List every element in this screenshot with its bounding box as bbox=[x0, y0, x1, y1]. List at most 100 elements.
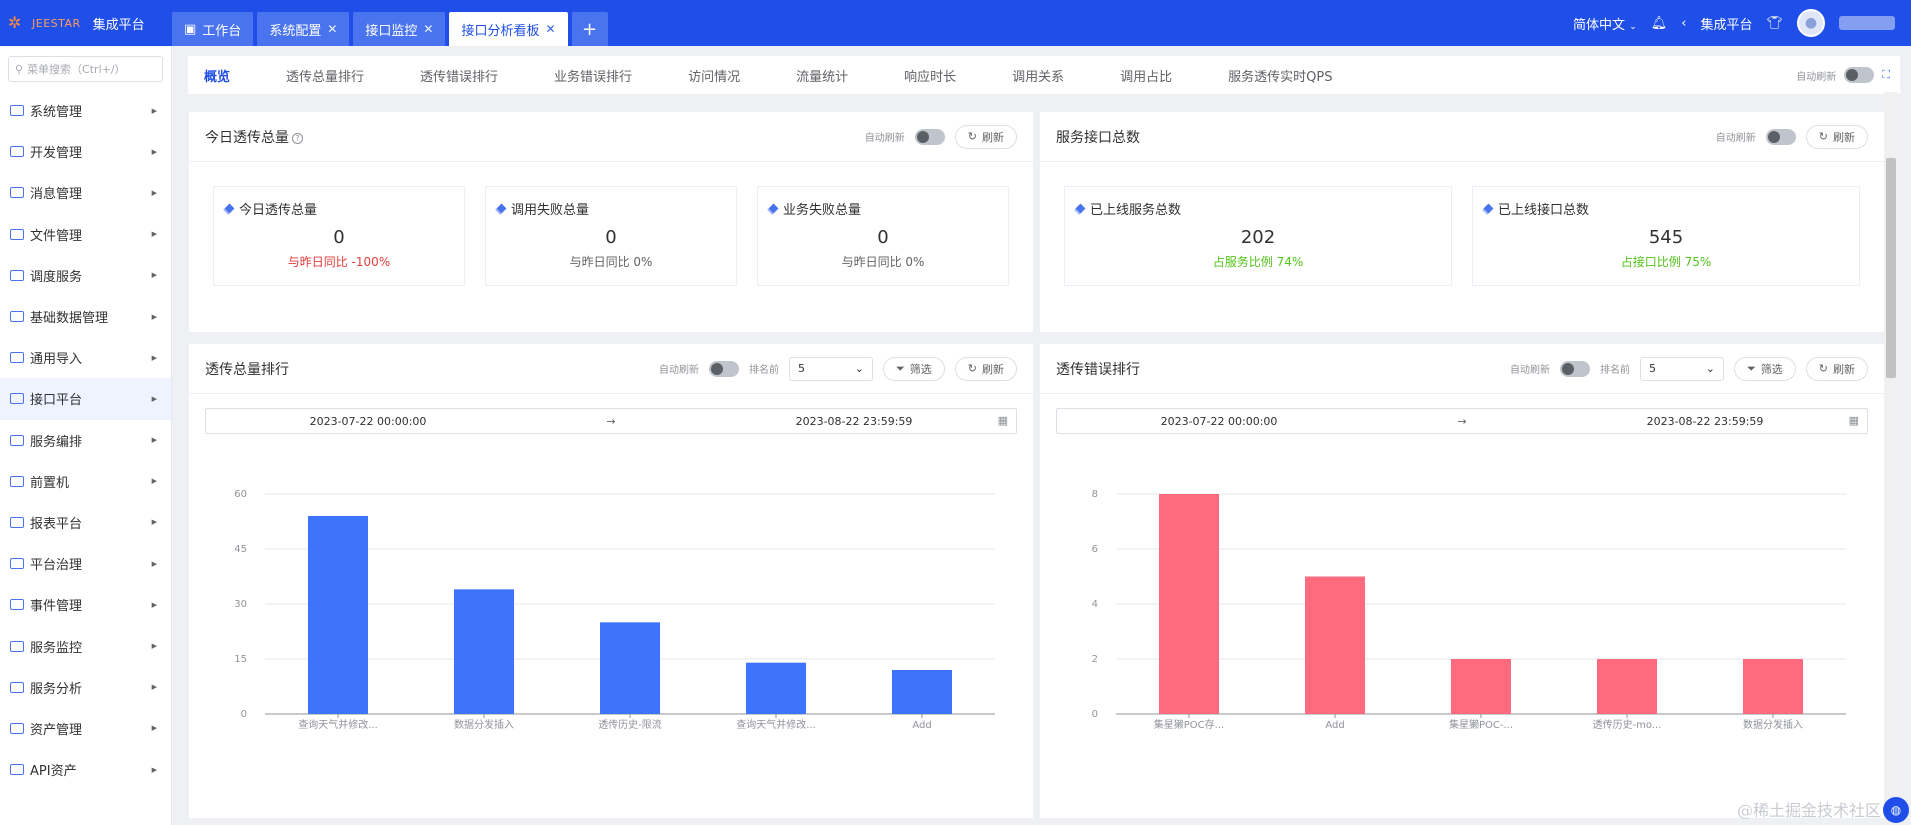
refresh-button[interactable]: ↻ 刷新 bbox=[1805, 124, 1868, 149]
stat-label: 已上线接口总数 bbox=[1483, 199, 1590, 218]
brand[interactable]: ✲ JEESTAR 集成平台 bbox=[0, 0, 172, 46]
tab-bar: ▣ 工作台 系统配置 ✕ 接口监控 ✕ 接口分析看板 ✕ + bbox=[172, 0, 608, 46]
sidebar-item-label: 系统管理 bbox=[30, 105, 83, 121]
bar[interactable] bbox=[746, 662, 806, 714]
date-end[interactable]: 2023-08-22 23:59:59 bbox=[1543, 415, 1867, 428]
bell-icon[interactable]: 🔔︎ bbox=[1651, 16, 1668, 31]
bar[interactable] bbox=[1159, 494, 1219, 714]
sidebar-item[interactable]: 服务分析 ▶ bbox=[0, 667, 171, 708]
sidebar-item[interactable]: 基础数据管理 ▶ bbox=[0, 296, 171, 337]
scrollbar[interactable] bbox=[1884, 92, 1898, 825]
sidebar-item[interactable]: 调度服务 ▶ bbox=[0, 255, 171, 296]
bar[interactable] bbox=[454, 589, 514, 714]
tab-workbench[interactable]: ▣ 工作台 bbox=[172, 12, 254, 46]
close-icon[interactable]: ✕ bbox=[545, 22, 555, 36]
language-select[interactable]: 简体中文 ⌄ bbox=[1573, 14, 1637, 33]
sub-nav-tab[interactable]: 调用关系 bbox=[1012, 66, 1064, 85]
bar[interactable] bbox=[1305, 576, 1365, 715]
chevron-left-icon[interactable]: ‹ bbox=[1681, 16, 1686, 31]
date-start[interactable]: 2023-07-22 00:00:00 bbox=[1057, 415, 1381, 428]
auto-refresh-switch[interactable] bbox=[1559, 360, 1590, 377]
fullscreen-icon[interactable]: ⛶ bbox=[1882, 68, 1890, 82]
sidebar-item[interactable]: 开发管理 ▶ bbox=[0, 131, 171, 172]
sidebar-item[interactable]: 系统管理 ▶ bbox=[0, 90, 171, 131]
platform-name[interactable]: 集成平台 bbox=[1700, 14, 1752, 33]
sidebar-item[interactable]: 资产管理 ▶ bbox=[0, 708, 171, 749]
shirt-icon[interactable]: 👕︎ bbox=[1766, 16, 1783, 31]
bar[interactable] bbox=[600, 622, 660, 714]
auto-refresh-switch[interactable] bbox=[708, 360, 739, 377]
sidebar-item[interactable]: 前置机 ▶ bbox=[0, 461, 171, 502]
tab-system-config[interactable]: 系统配置 ✕ bbox=[257, 12, 350, 46]
title-text: 今日透传总量 bbox=[205, 129, 289, 146]
rank-count-select[interactable]: 5 ⌄ bbox=[788, 356, 873, 381]
date-end[interactable]: 2023-08-22 23:59:59 bbox=[692, 415, 1016, 428]
sub-nav-tab[interactable]: 透传总量排行 bbox=[286, 66, 364, 85]
caret-right-icon: ▶ bbox=[151, 188, 157, 197]
calendar-icon[interactable]: ▦ bbox=[1849, 414, 1859, 427]
filter-button[interactable]: ⏷ 筛选 bbox=[882, 356, 945, 381]
scroll-thumb[interactable] bbox=[1886, 158, 1896, 378]
stat-compare: 与昨日同比 0% bbox=[841, 255, 925, 269]
bar[interactable] bbox=[1743, 659, 1803, 714]
stat-label: 已上线服务总数 bbox=[1075, 199, 1181, 218]
sub-nav-tab[interactable]: 访问情况 bbox=[688, 66, 740, 85]
bar[interactable] bbox=[308, 516, 368, 714]
error-rank-chart: 0 2 4 6 8 集星獭POC存... Add 集星獭POC-... 透传历史-mo... 数据… bbox=[1092, 489, 1846, 731]
user-name[interactable] bbox=[1839, 16, 1895, 30]
sidebar-item-label: 基础数据管理 bbox=[30, 311, 109, 327]
add-tab-button[interactable]: + bbox=[571, 12, 608, 46]
assistant-icon[interactable]: ◍ bbox=[1883, 797, 1909, 823]
refresh-button[interactable]: ↻ 刷新 bbox=[954, 356, 1017, 381]
close-icon[interactable]: ✕ bbox=[423, 22, 433, 36]
sub-nav-tab[interactable]: 流量统计 bbox=[796, 66, 848, 85]
bar[interactable] bbox=[1451, 659, 1511, 714]
sidebar-item[interactable]: 服务监控 ▶ bbox=[0, 625, 171, 666]
calendar-icon[interactable]: ▦ bbox=[998, 414, 1008, 427]
refresh-button[interactable]: ↻ 刷新 bbox=[1805, 356, 1868, 381]
sub-nav-tab[interactable]: 响应时长 bbox=[904, 66, 956, 85]
caret-right-icon: ▶ bbox=[151, 147, 157, 156]
date-start[interactable]: 2023-07-22 00:00:00 bbox=[206, 415, 530, 428]
sub-nav-tab[interactable]: 透传错误排行 bbox=[420, 66, 498, 85]
sub-nav-tab[interactable]: 服务透传实时QPS bbox=[1228, 66, 1332, 85]
sub-nav-tab[interactable]: 概览 bbox=[204, 66, 230, 85]
x-tick-label: 透传历史-限流 bbox=[598, 718, 662, 731]
sidebar-item[interactable]: 平台治理 ▶ bbox=[0, 543, 171, 584]
bar[interactable] bbox=[892, 670, 952, 714]
panel-title: 透传错误排行 bbox=[1056, 361, 1140, 378]
refresh-button[interactable]: ↻ 刷新 bbox=[954, 124, 1017, 149]
sidebar-item[interactable]: 通用导入 ▶ bbox=[0, 337, 171, 378]
sidebar-item[interactable]: 文件管理 ▶ bbox=[0, 214, 171, 255]
auto-refresh-switch[interactable] bbox=[1765, 128, 1796, 145]
stat-label-text: 已上线接口总数 bbox=[1498, 203, 1590, 218]
menu-search-input[interactable]: ⚲ 菜单搜索（Ctrl+/） bbox=[8, 56, 163, 82]
stat-compare: 与昨日同比 0% bbox=[569, 255, 653, 269]
stat-card: 已上线接口总数 545 占接口比例 75% bbox=[1472, 186, 1860, 286]
filter-button[interactable]: ⏷ 筛选 bbox=[1733, 356, 1796, 381]
sub-nav-tab[interactable]: 调用占比 bbox=[1120, 66, 1172, 85]
auto-refresh-label: 自动刷新 bbox=[1509, 365, 1550, 376]
menu-icon bbox=[10, 516, 24, 528]
tab-interface-monitor[interactable]: 接口监控 ✕ bbox=[353, 12, 446, 46]
help-icon[interactable]: ? bbox=[292, 132, 303, 144]
caret-right-icon: ▶ bbox=[151, 642, 157, 651]
sidebar-item[interactable]: 接口平台 ▶ bbox=[0, 378, 171, 420]
auto-refresh-switch[interactable] bbox=[914, 128, 945, 145]
auto-refresh-switch[interactable] bbox=[1844, 67, 1875, 83]
sidebar-item[interactable]: 消息管理 ▶ bbox=[0, 172, 171, 213]
sidebar-item[interactable]: 报表平台 ▶ bbox=[0, 502, 171, 543]
filter-label: 筛选 bbox=[909, 362, 932, 376]
sidebar-item[interactable]: 服务编排 ▶ bbox=[0, 420, 171, 461]
avatar[interactable]: ● bbox=[1797, 9, 1825, 37]
tab-interface-dashboard[interactable]: 接口分析看板 ✕ bbox=[449, 12, 568, 46]
y-tick-label: 30 bbox=[234, 599, 247, 610]
bar[interactable] bbox=[1597, 659, 1657, 714]
sidebar-item[interactable]: API资产 ▶ bbox=[0, 749, 171, 790]
date-range-picker[interactable]: 2023-07-22 00:00:00 → 2023-08-22 23:59:5… bbox=[1056, 408, 1868, 434]
close-icon[interactable]: ✕ bbox=[327, 22, 337, 36]
date-range-picker[interactable]: 2023-07-22 00:00:00 → 2023-08-22 23:59:5… bbox=[205, 408, 1017, 434]
rank-count-select[interactable]: 5 ⌄ bbox=[1639, 356, 1724, 381]
sidebar-item[interactable]: 事件管理 ▶ bbox=[0, 584, 171, 625]
sub-nav-tab[interactable]: 业务错误排行 bbox=[554, 66, 632, 85]
